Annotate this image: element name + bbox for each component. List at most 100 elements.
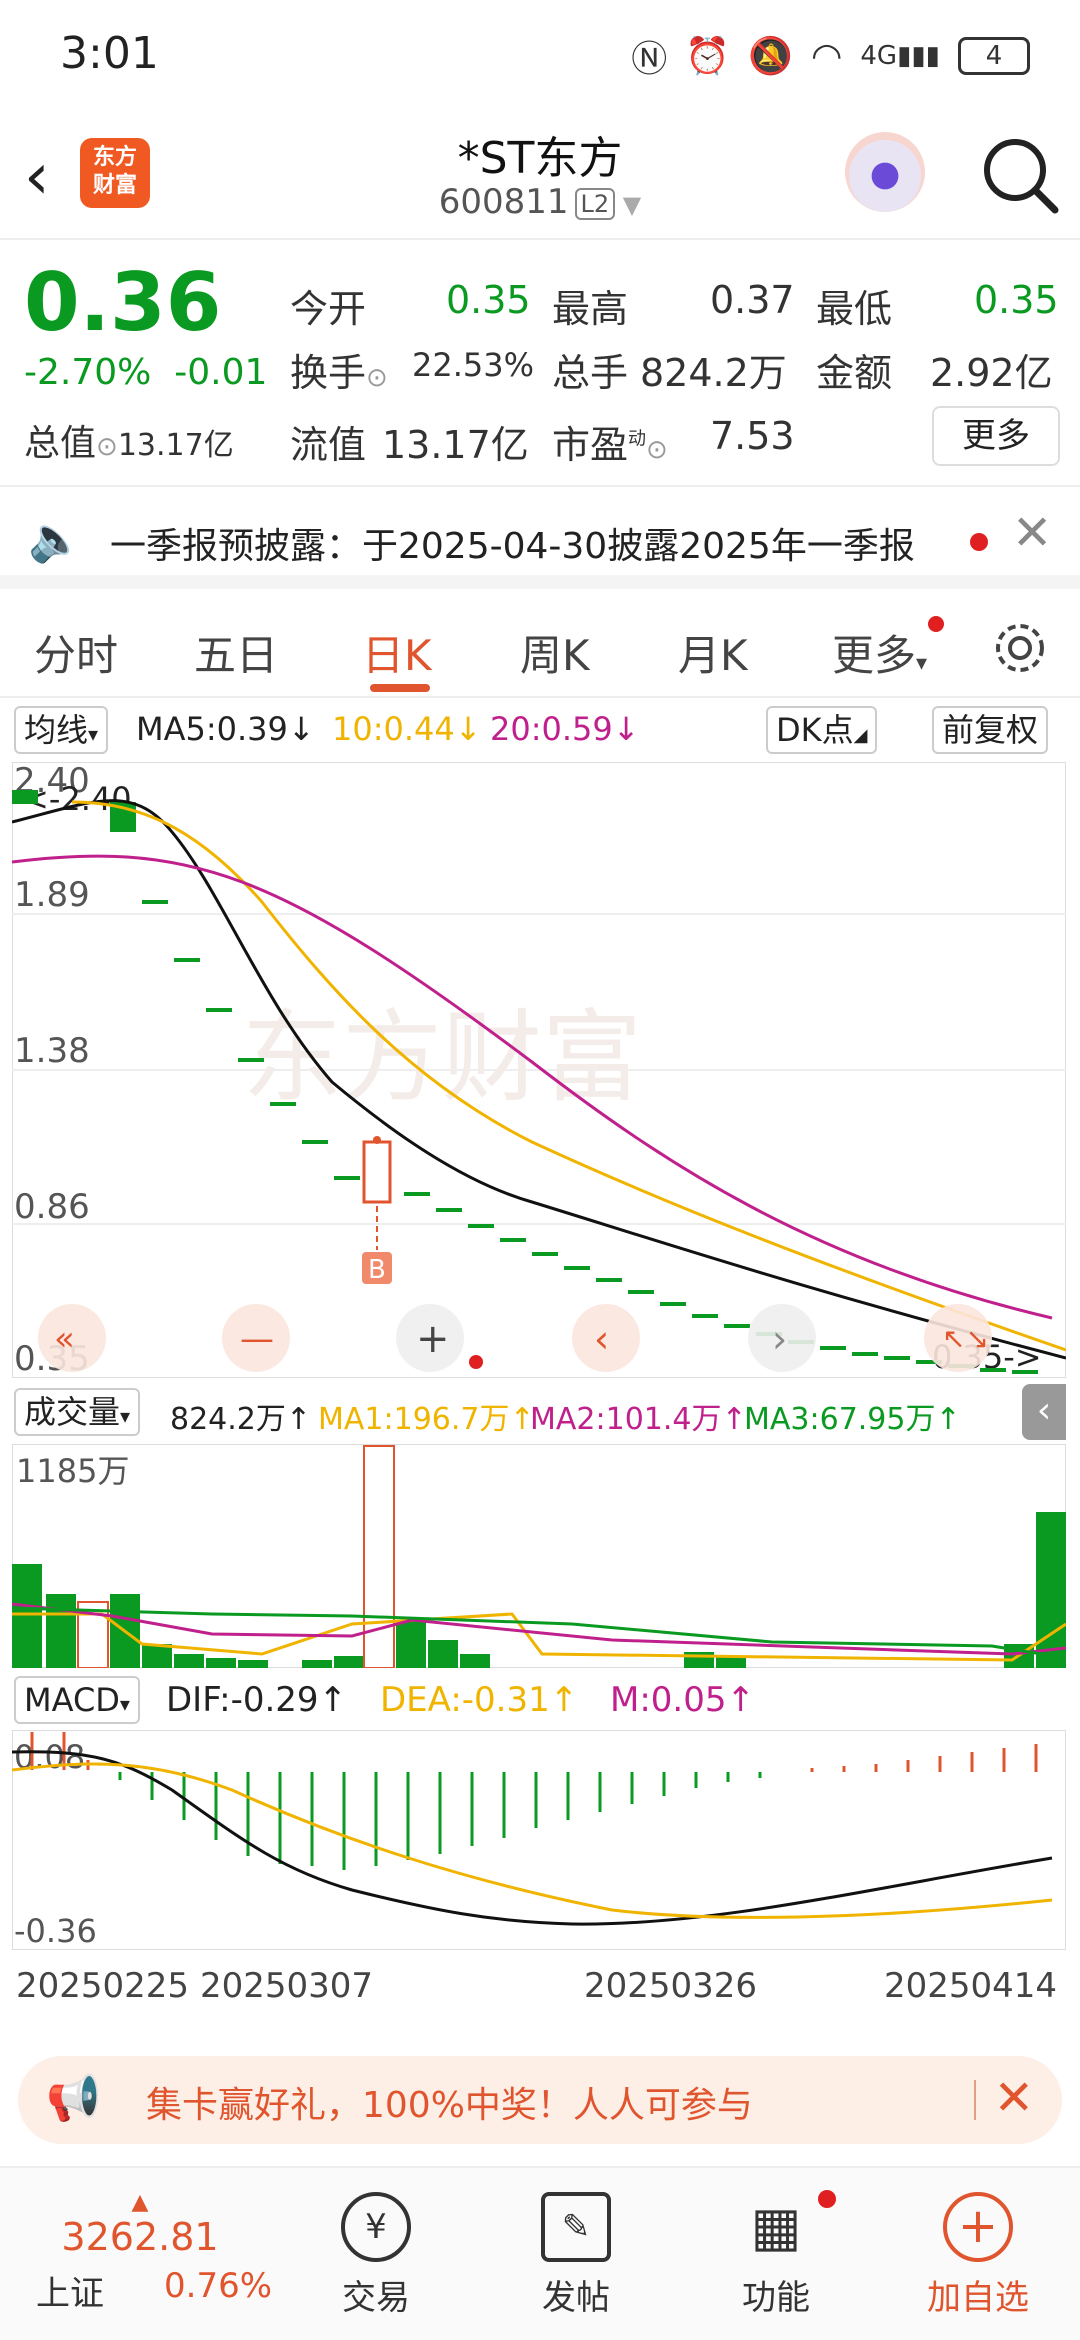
close-icon[interactable]: ✕ xyxy=(1012,505,1052,561)
total-value: 总值⊙13.17亿 xyxy=(24,423,234,464)
svg-text:—: — xyxy=(240,1319,274,1359)
nav-trade-label: 交易 xyxy=(342,2278,410,2318)
turnover-label: 换手⊙ xyxy=(290,351,388,395)
turnover-value: 22.53% xyxy=(412,346,535,384)
macd-dif: DIF:-0.29↑ xyxy=(166,1680,348,1720)
adjust-mode-button[interactable]: 前复权 xyxy=(932,706,1049,754)
quote-panel: 0.36 -2.70% -0.01 总值⊙13.17亿 今开 0.35 最高 0… xyxy=(0,242,1080,487)
amount-label: 金额 xyxy=(816,351,893,395)
nav-post[interactable]: ✎ 发帖 xyxy=(496,2168,656,2319)
tab-weekly-k[interactable]: 周K xyxy=(520,622,590,683)
period-tabs: 分时 五日 日K 周K 月K 更多▾ xyxy=(0,600,1080,698)
date-1: 20250225 xyxy=(16,1966,190,2006)
macd-ymax: 0.08 xyxy=(14,1738,85,1776)
amount-value: 2.92亿 xyxy=(930,351,1053,395)
wifi-icon: ◠ xyxy=(810,35,843,77)
function-dot xyxy=(818,2190,836,2208)
chart-controls: « — + ‹ › ↖↘ xyxy=(38,1304,992,1372)
open-value: 0.35 xyxy=(446,278,531,322)
nav-add-label: 加自选 xyxy=(927,2278,1029,2318)
nav-add-watchlist[interactable]: + 加自选 xyxy=(898,2168,1058,2319)
svg-text:↖↘: ↖↘ xyxy=(942,1322,989,1355)
promo-banner[interactable]: 📢 集卡赢好礼，100%中奖！人人可参与 ✕ xyxy=(18,2056,1062,2144)
battery-icon: 4 xyxy=(958,37,1030,75)
search-icon[interactable] xyxy=(975,130,1065,220)
price-change: -2.70% -0.01 xyxy=(24,352,268,393)
y-label-3: 1.38 xyxy=(14,1031,90,1071)
l2-badge: L2 xyxy=(574,187,616,220)
caret-up-icon: ▲ xyxy=(131,2190,149,2215)
more-quote-button[interactable]: 更多 xyxy=(932,406,1060,466)
index-widget[interactable]: ▲ 3262.81 xyxy=(60,2190,220,2259)
last-price: 0.36 xyxy=(24,256,222,349)
status-icons: Ⓝ ⏰ 🔕 ◠ 4G▮▮▮ 4 xyxy=(631,30,1030,82)
volume-value: 824.2万↑ xyxy=(170,1402,312,1437)
y-label-2: 1.89 xyxy=(14,875,90,915)
stock-header: ‹ 东方 财富 *ST东方 600811 L2 ▼ xyxy=(0,110,1080,240)
macd-m: M:0.05↑ xyxy=(610,1680,755,1720)
macd-dea: DEA:-0.31↑ xyxy=(380,1680,579,1720)
add-icon: + xyxy=(943,2192,1013,2262)
macd-selector[interactable]: MACD▾ xyxy=(14,1676,140,1724)
alarm-icon: ⏰ xyxy=(685,36,731,77)
assistant-avatar[interactable] xyxy=(845,132,925,212)
buy-candle xyxy=(362,1140,392,1204)
vol-ma1: MA1:196.7万↑ xyxy=(318,1402,535,1437)
low-value: 0.35 xyxy=(974,278,1059,322)
vol-ma3: MA3:67.95万↑ xyxy=(744,1402,961,1437)
float-value: 13.17亿 xyxy=(382,423,529,467)
svg-text:‹: ‹ xyxy=(594,1317,609,1361)
nfc-icon: Ⓝ xyxy=(631,39,668,80)
settings-gear-icon[interactable] xyxy=(990,618,1050,678)
macd-chart[interactable]: 0.08 -0.36 xyxy=(12,1730,1066,1950)
notice-text[interactable]: 一季报预披露：于2025-04-30披露2025年一季报 xyxy=(110,517,915,569)
float-label: 流值 xyxy=(290,423,367,467)
volume-label: 总手 xyxy=(552,351,629,395)
ma-legend-bar: 均线▾ MA5:0.39↓ 10:0.44↓ 20:0.59↓ DK点◢ 前复权 xyxy=(0,700,1080,760)
date-3: 20250326 xyxy=(584,1966,758,2006)
dk-point-button[interactable]: DK点◢ xyxy=(766,706,878,754)
low-label: 最低 xyxy=(816,287,893,331)
volume-chart[interactable]: 1185万 xyxy=(12,1444,1066,1668)
grid-icon: ▦ xyxy=(750,2195,802,2258)
svg-text:+: + xyxy=(416,1316,450,1362)
date-axis: 20250225 20250307 20250326 20250414 xyxy=(0,1960,1080,2016)
macd-legend-bar: MACD▾ DIF:-0.29↑ DEA:-0.31↑ M:0.05↑ xyxy=(0,1672,1080,1728)
more-tab-dot xyxy=(928,616,944,632)
date-2: 20250307 xyxy=(200,1966,374,2006)
volume-value: 824.2万 xyxy=(640,351,787,395)
date-4: 20250414 xyxy=(884,1966,1058,2006)
y-label-4: 0.86 xyxy=(14,1187,90,1227)
high-value: 0.37 xyxy=(710,278,795,322)
ma-selector[interactable]: 均线▾ xyxy=(14,706,109,754)
volume-selector[interactable]: 成交量▾ xyxy=(14,1388,141,1436)
tab-more[interactable]: 更多▾ xyxy=(832,622,927,683)
pe-label: 市盈动⊙ xyxy=(552,423,668,467)
tab-daily-k[interactable]: 日K xyxy=(362,622,432,683)
svg-text:B: B xyxy=(368,1255,386,1285)
nav-function-label: 功能 xyxy=(742,2278,810,2318)
speaker-icon: 🔈 xyxy=(28,514,83,565)
tab-monthly-k[interactable]: 月K xyxy=(678,622,748,683)
bottom-nav: ▲ 3262.81 上证 0.76% ¥ 交易 ✎ 发帖 ▦ 功能 + 加自选 xyxy=(0,2166,1080,2340)
tab-five-day[interactable]: 五日 xyxy=(194,622,278,683)
nav-trade[interactable]: ¥ 交易 xyxy=(296,2168,456,2319)
volume-ymax: 1185万 xyxy=(16,1452,129,1490)
vol-ma2: MA2:101.4万↑ xyxy=(530,1402,747,1437)
index-name: 上证 xyxy=(36,2274,104,2314)
tab-intraday[interactable]: 分时 xyxy=(34,622,118,683)
caret-down-icon: ▼ xyxy=(615,191,642,219)
notice-bar[interactable]: 🔈 一季报预披露：于2025-04-30披露2025年一季报 ✕ xyxy=(0,489,1080,589)
kline-chart[interactable]: 东方财富 2.40 1.89 1.38 0.86 0.35 <-2.40 0.3… xyxy=(12,762,1066,1378)
nav-post-label: 发帖 xyxy=(542,2278,610,2318)
ma5-value: MA5:0.39↓ xyxy=(136,710,315,748)
promo-text[interactable]: 集卡赢好礼，100%中奖！人人可参与 xyxy=(146,2076,753,2128)
notice-dot xyxy=(970,533,988,551)
active-tab-indicator xyxy=(370,684,430,692)
yen-icon: ¥ xyxy=(341,2192,411,2262)
megaphone-icon: 📢 xyxy=(46,2073,101,2124)
index-change: 0.76% xyxy=(164,2266,273,2306)
close-icon[interactable]: ✕ xyxy=(994,2070,1034,2126)
status-time: 3:01 xyxy=(60,28,159,79)
collapse-panel-button[interactable]: ‹ xyxy=(1022,1384,1066,1440)
